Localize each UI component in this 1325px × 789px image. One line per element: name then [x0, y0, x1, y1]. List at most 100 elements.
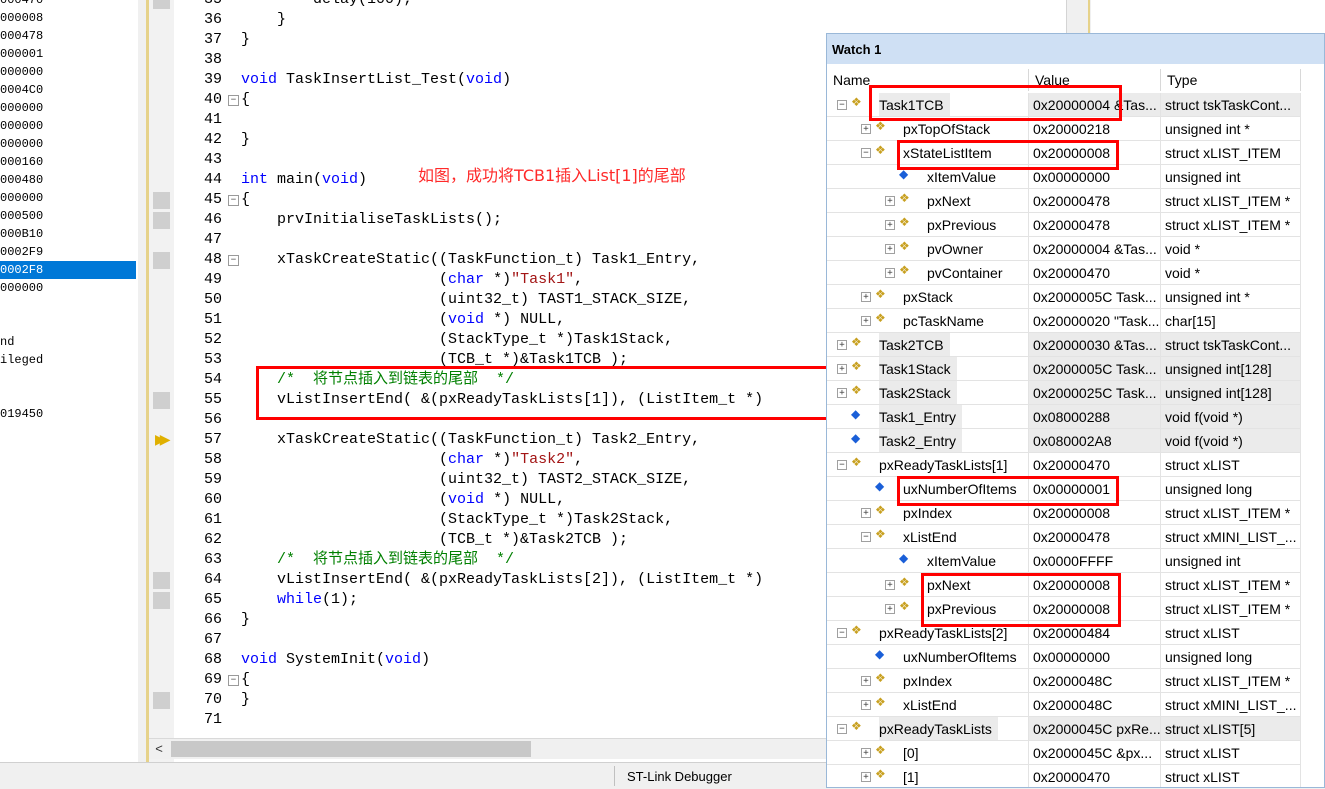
register-row[interactable]	[0, 387, 136, 405]
watch-value[interactable]: 0x2000025C Task...	[1029, 381, 1161, 405]
expand-icon[interactable]: +	[885, 196, 895, 206]
code-line[interactable]: 60 (void *) NULL,	[149, 490, 829, 510]
code-line[interactable]: 67	[149, 630, 829, 650]
watch-row[interactable]: + ❖ pxPrevious 0x20000008 struct xLIST_ITEM …	[827, 597, 1324, 621]
code-line[interactable]: 63 /* 将节点插入到链表的尾部 */	[149, 550, 829, 570]
collapse-icon[interactable]: −	[837, 628, 847, 638]
register-row[interactable]: 000480	[0, 171, 136, 189]
watch-row[interactable]: − ❖ xListEnd 0x20000478 struct xMINI_LIST_..…	[827, 525, 1324, 549]
register-row[interactable]: 000B10	[0, 225, 136, 243]
watch-value[interactable]: 0x20000470	[1029, 261, 1161, 285]
code-line[interactable]: 46 prvInitialiseTaskLists();	[149, 210, 829, 230]
watch-value[interactable]: 0x20000478	[1029, 189, 1161, 213]
register-row[interactable]: 000000	[0, 99, 136, 117]
watch-row[interactable]: − ❖ pxReadyTaskLists[2] 0x20000484 struct xL…	[827, 621, 1324, 645]
register-row[interactable]	[0, 297, 136, 315]
code-line[interactable]: 42}	[149, 130, 829, 150]
expand-icon[interactable]: +	[861, 316, 871, 326]
code-line[interactable]: 64 vListInsertEnd( &(pxReadyTaskLists[2]…	[149, 570, 829, 590]
code-line[interactable]: 40−{	[149, 90, 829, 110]
scrollbar-thumb[interactable]	[171, 741, 531, 757]
fold-toggle-icon[interactable]: −	[228, 675, 239, 686]
watch-value[interactable]: 0x20000484	[1029, 621, 1161, 645]
register-row[interactable]: 000001	[0, 45, 136, 63]
code-editor[interactable]: ▶▶ 35 delay(100);36 }37}3839void TaskIns…	[146, 0, 829, 762]
collapse-icon[interactable]: −	[837, 460, 847, 470]
horizontal-scrollbar[interactable]: <	[149, 738, 826, 759]
register-row[interactable]: 000160	[0, 153, 136, 171]
watch-row[interactable]: + ❖ Task1Stack 0x2000005C Task... unsigned i…	[827, 357, 1324, 381]
code-line[interactable]: 35 delay(100);	[149, 0, 829, 10]
code-line[interactable]: 45−{	[149, 190, 829, 210]
watch-row[interactable]: ◆ Task1_Entry 0x08000288 void f(void *)	[827, 405, 1324, 429]
watch-row[interactable]: + ❖ Task2Stack 0x2000025C Task... unsigned i…	[827, 381, 1324, 405]
register-row[interactable]: 000000	[0, 189, 136, 207]
fold-toggle-icon[interactable]: −	[228, 95, 239, 106]
watch-row[interactable]: + ❖ pxTopOfStack 0x20000218 unsigned int *	[827, 117, 1324, 141]
code-line[interactable]: 48− xTaskCreateStatic((TaskFunction_t) T…	[149, 250, 829, 270]
watch-name-cell[interactable]: + ❖ pxNext	[827, 573, 1029, 597]
register-row[interactable]: 000000	[0, 117, 136, 135]
code-line[interactable]: 47	[149, 230, 829, 250]
watch-row[interactable]: + ❖ pxNext 0x20000478 struct xLIST_ITEM *	[827, 189, 1324, 213]
watch-title-bar[interactable]: Watch 1	[827, 34, 1324, 64]
watch-name-cell[interactable]: ◆ xItemValue	[827, 549, 1029, 573]
watch-value[interactable]: 0x2000045C pxRe...	[1029, 717, 1161, 741]
watch-name-cell[interactable]: ◆ uxNumberOfItems	[827, 477, 1029, 501]
code-line[interactable]: 54 /* 将节点插入到链表的尾部 */	[149, 370, 829, 390]
watch-value[interactable]: 0x2000048C	[1029, 693, 1161, 717]
column-header-value[interactable]: Value	[1029, 69, 1161, 91]
watch-row[interactable]: + ❖ pcTaskName 0x20000020 "Task... char[15]	[827, 309, 1324, 333]
register-row[interactable]: 0002F9	[0, 243, 136, 261]
register-row[interactable]: 000000	[0, 279, 136, 297]
watch-name-cell[interactable]: − ❖ pxReadyTaskLists[2]	[827, 621, 1029, 645]
watch-window[interactable]: Watch 1 Name Value Type − ❖ Task1TCB 0x2000…	[826, 33, 1325, 788]
code-line[interactable]: 37}	[149, 30, 829, 50]
watch-row[interactable]: + ❖ pxIndex 0x2000048C struct xLIST_ITEM *	[827, 669, 1324, 693]
register-row[interactable]: 000500	[0, 207, 136, 225]
fold-toggle-icon[interactable]: −	[228, 195, 239, 206]
watch-row[interactable]: ◆ xItemValue 0x0000FFFF unsigned int	[827, 549, 1324, 573]
watch-name-cell[interactable]: + ❖ Task1Stack	[827, 357, 1029, 381]
watch-value[interactable]: 0x20000478	[1029, 525, 1161, 549]
code-line[interactable]: 71	[149, 710, 829, 730]
watch-row[interactable]: ◆ Task2_Entry 0x080002A8 void f(void *)	[827, 429, 1324, 453]
code-line[interactable]: 58 (char *)"Task2",	[149, 450, 829, 470]
watch-row[interactable]: + ❖ pvContainer 0x20000470 void *	[827, 261, 1324, 285]
code-line[interactable]: 56	[149, 410, 829, 430]
expand-icon[interactable]: +	[837, 388, 847, 398]
code-line[interactable]: 50 (uint32_t) TAST1_STACK_SIZE,	[149, 290, 829, 310]
watch-row[interactable]: ◆ xItemValue 0x00000000 unsigned int	[827, 165, 1324, 189]
watch-name-cell[interactable]: − ❖ xStateListItem	[827, 141, 1029, 165]
watch-row[interactable]: + ❖ pvOwner 0x20000004 &Tas... void *	[827, 237, 1324, 261]
watch-value[interactable]: 0x2000048C	[1029, 669, 1161, 693]
watch-value[interactable]: 0x20000008	[1029, 573, 1161, 597]
watch-row[interactable]: + ❖ pxIndex 0x20000008 struct xLIST_ITEM *	[827, 501, 1324, 525]
register-row[interactable]: 000478	[0, 27, 136, 45]
register-row[interactable]: 000000	[0, 135, 136, 153]
pane-splitter[interactable]	[138, 0, 146, 762]
register-row[interactable]: 0002F8	[0, 261, 136, 279]
register-row[interactable]	[0, 369, 136, 387]
watch-value[interactable]: 0x20000470	[1029, 453, 1161, 477]
code-line[interactable]: 65 while(1);	[149, 590, 829, 610]
watch-name-cell[interactable]: ◆ Task2_Entry	[827, 429, 1029, 453]
register-row[interactable]: 000008	[0, 9, 136, 27]
watch-row[interactable]: + ❖ [0] 0x2000045C &px... struct xLIST	[827, 741, 1324, 765]
register-row[interactable]: ileged	[0, 351, 136, 369]
expand-icon[interactable]: +	[861, 508, 871, 518]
column-header-type[interactable]: Type	[1161, 69, 1301, 91]
watch-row[interactable]: − ❖ xStateListItem 0x20000008 struct xLIST_I…	[827, 141, 1324, 165]
code-line[interactable]: 66}	[149, 610, 829, 630]
collapse-icon[interactable]: −	[837, 100, 847, 110]
watch-value[interactable]: 0x20000004 &Tas...	[1029, 93, 1161, 117]
watch-name-cell[interactable]: + ❖ pxStack	[827, 285, 1029, 309]
watch-value[interactable]: 0x20000030 &Tas...	[1029, 333, 1161, 357]
expand-icon[interactable]: +	[837, 364, 847, 374]
watch-name-cell[interactable]: + ❖ pxIndex	[827, 501, 1029, 525]
watch-row[interactable]: ◆ uxNumberOfItems 0x00000001 unsigned long	[827, 477, 1324, 501]
watch-row[interactable]: − ❖ pxReadyTaskLists[1] 0x20000470 struct xL…	[827, 453, 1324, 477]
watch-name-cell[interactable]: + ❖ pxNext	[827, 189, 1029, 213]
watch-name-cell[interactable]: + ❖ [0]	[827, 741, 1029, 765]
watch-value[interactable]: 0x080002A8	[1029, 429, 1161, 453]
